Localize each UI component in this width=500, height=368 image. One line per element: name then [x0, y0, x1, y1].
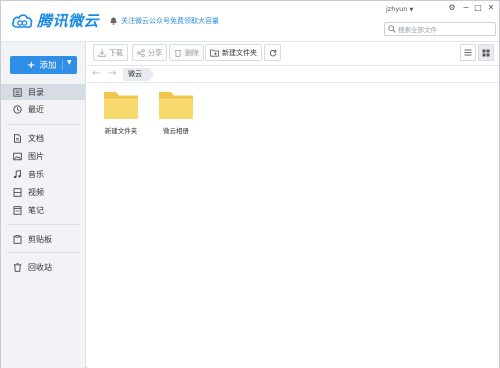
clock-icon [13, 104, 22, 114]
sidebar-item-label: 回收站 [28, 262, 52, 272]
trash-icon [13, 262, 22, 272]
sidebar-item-label: 目录 [28, 87, 44, 97]
app-window: 腾讯微云 关注微云公众号免费领取大容量 jzhyun ▼ ⚙ − □ ✕ 搜索全… [0, 0, 500, 368]
clipboard-icon [13, 234, 22, 244]
search-box[interactable] [384, 22, 496, 36]
sidebar-divider [7, 124, 80, 125]
sidebar-item-label: 笔记 [28, 205, 44, 215]
share-button[interactable]: 分享 [132, 44, 167, 61]
sidebar-item-music[interactable]: 音乐 [1, 166, 85, 182]
refresh-button[interactable] [264, 44, 281, 61]
breadcrumb-bar: ← → 微云 [87, 65, 499, 83]
toolbar: 下载 分享 删除 新建文件夹 [87, 41, 499, 63]
new-folder-label: 新建文件夹 [222, 48, 257, 57]
directory-icon [13, 87, 22, 97]
download-icon [98, 49, 106, 57]
search-icon [388, 25, 396, 33]
music-icon [14, 169, 21, 178]
sidebar-item-label: 图片 [28, 151, 44, 161]
sidebar-item-images[interactable]: 图片 [1, 148, 85, 164]
username: jzhyun [386, 5, 408, 13]
new-folder-icon [210, 49, 219, 57]
app-logo: 腾讯微云 [11, 10, 99, 31]
sidebar-item-recycle-bin[interactable]: 回收站 [1, 259, 85, 275]
sidebar-divider [7, 252, 80, 253]
new-folder-button[interactable]: 新建文件夹 [205, 44, 262, 61]
close-icon[interactable]: ✕ [486, 3, 496, 12]
sidebar-item-directory[interactable]: 目录 [1, 84, 85, 100]
chevron-down-icon[interactable]: ▼ [67, 59, 72, 66]
document-icon [14, 133, 21, 143]
sidebar: + 添加 ▼ 目录 最近 文档 图片 音乐 视频 笔记 剪贴板 回收站 [1, 41, 86, 368]
sidebar-item-notes[interactable]: 笔记 [1, 202, 85, 218]
sidebar-item-label: 音乐 [28, 169, 44, 179]
grid-view-icon [482, 49, 490, 56]
file-area: 新建文件夹 微云相册 [87, 84, 499, 368]
folder-item[interactable]: 新建文件夹 [96, 90, 146, 135]
delete-button[interactable]: 删除 [169, 44, 204, 61]
header: 腾讯微云 关注微云公众号免费领取大容量 jzhyun ▼ ⚙ − □ ✕ [1, 1, 499, 41]
notice-link[interactable]: 关注微云公众号免费领取大容量 [110, 16, 219, 26]
sidebar-item-label: 剪贴板 [28, 234, 52, 244]
folder-name: 新建文件夹 [104, 127, 138, 135]
sidebar-divider [7, 224, 80, 225]
sidebar-item-label: 视频 [28, 187, 44, 197]
sidebar-item-videos[interactable]: 视频 [1, 184, 85, 200]
list-view-icon [464, 49, 472, 56]
sidebar-item-label: 最近 [28, 104, 44, 114]
sidebar-item-label: 文档 [28, 133, 44, 143]
delete-label: 删除 [185, 48, 199, 57]
grid-view-button[interactable] [478, 44, 494, 61]
plus-icon: + [27, 59, 36, 71]
list-view-button[interactable] [460, 44, 476, 61]
cloud-logo-icon [12, 13, 33, 28]
minimize-icon[interactable]: − [461, 3, 471, 12]
settings-icon[interactable]: ⚙ [447, 3, 457, 12]
breadcrumb-root[interactable]: 微云 [123, 68, 154, 81]
image-icon [13, 152, 22, 160]
back-arrow-icon[interactable]: ← [92, 68, 100, 79]
share-label: 分享 [148, 48, 162, 57]
add-button-label: 添加 [39, 61, 57, 71]
notice-text: 关注微云公众号免费领取大容量 [121, 17, 219, 25]
user-menu[interactable]: jzhyun ▼ [386, 5, 413, 13]
download-label: 下载 [109, 48, 123, 57]
forward-arrow-icon[interactable]: → [108, 68, 116, 79]
app-title: 腾讯微云 [37, 12, 100, 30]
maximize-icon[interactable]: □ [473, 3, 483, 12]
sidebar-item-documents[interactable]: 文档 [1, 130, 85, 146]
video-icon [13, 187, 22, 197]
chevron-down-icon: ▼ [409, 7, 414, 13]
folder-icon [159, 92, 193, 119]
add-button[interactable]: + 添加 ▼ [10, 56, 77, 74]
download-button[interactable]: 下载 [93, 44, 128, 61]
sidebar-item-clipboard[interactable]: 剪贴板 [1, 231, 85, 247]
folder-item[interactable]: 微云相册 [151, 90, 201, 135]
folder-name: 微云相册 [163, 127, 189, 135]
search-input[interactable] [398, 24, 494, 35]
bell-icon [110, 17, 117, 25]
refresh-icon [269, 49, 276, 56]
add-button-divider [62, 60, 63, 70]
sidebar-item-recent[interactable]: 最近 [1, 101, 85, 117]
trash-icon [174, 49, 182, 57]
note-icon [13, 205, 22, 215]
share-icon [137, 48, 145, 57]
folder-icon [104, 92, 138, 119]
